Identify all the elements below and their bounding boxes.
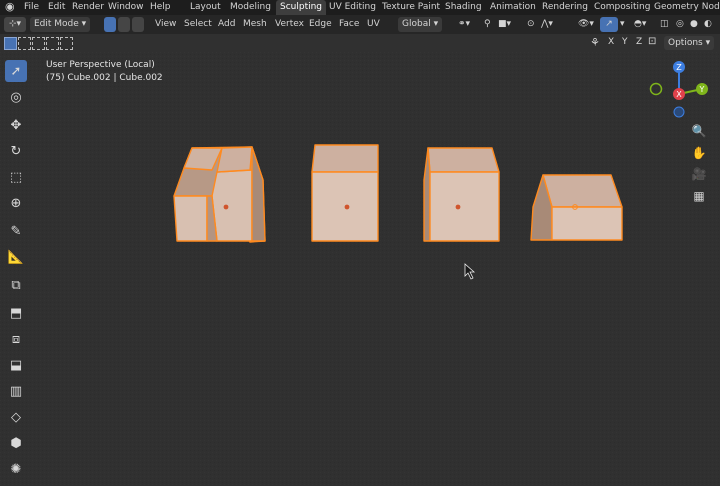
snap-icon[interactable]: ⚲ xyxy=(484,17,491,32)
mode-dropdown[interactable]: Edit Mode ▾ xyxy=(30,17,91,32)
menu-vertex[interactable]: Vertex xyxy=(275,17,304,32)
viewport-background xyxy=(0,52,720,486)
menu-face[interactable]: Face xyxy=(339,17,359,32)
scale-tool-icon[interactable]: ⬚ xyxy=(5,166,27,188)
measure-tool-icon[interactable]: 📐 xyxy=(5,246,27,268)
select-mode-subtract-icon[interactable] xyxy=(32,37,45,50)
overlay-dropdown-icon[interactable]: ▾ xyxy=(620,17,625,32)
gizmo-y-label: Y xyxy=(699,85,705,94)
select-mode-intersect-icon[interactable] xyxy=(60,37,73,50)
options-label: Options xyxy=(668,38,703,48)
viewport-header: ⊹▾ Edit Mode ▾ View Select Add Mesh Vert… xyxy=(0,15,720,34)
tab-shading[interactable]: Shading xyxy=(445,0,482,15)
menu-render[interactable]: Render xyxy=(72,0,104,15)
tab-texture-paint[interactable]: Texture Paint xyxy=(382,0,440,15)
tab-uv-editing[interactable]: UV Editing xyxy=(329,0,376,15)
tab-sculpting[interactable]: Sculpting xyxy=(276,0,327,15)
perspective-label: User Perspective (Local) xyxy=(46,60,155,70)
tab-layout[interactable]: Layout xyxy=(190,0,221,15)
shading-solid-icon[interactable]: ● xyxy=(690,17,698,32)
transform-orientation-dropdown[interactable]: Global ▾ xyxy=(398,17,443,32)
tool-shelf: ➚ ◎ ✥ ↻ ⬚ ⊕ ✎ 📐 ⧉ ⬒ ⧈ ⬓ ▥ ◇ ⬢ ✺ xyxy=(3,58,29,482)
xray-icon[interactable]: ◫ xyxy=(660,17,669,32)
edge-select-icon[interactable] xyxy=(118,17,130,32)
transform-tool-icon[interactable]: ⊕ xyxy=(5,192,27,214)
camera-view-icon[interactable]: 🎥 xyxy=(688,163,710,185)
proportional-edit-icon[interactable]: ⊙ xyxy=(527,17,535,32)
active-object-label: (75) Cube.002 | Cube.002 xyxy=(46,73,163,83)
falloff-icon[interactable]: ⋀▾ xyxy=(541,17,553,32)
options-dropdown[interactable]: Options ▾ xyxy=(664,36,715,50)
mirror-x-toggle[interactable]: X xyxy=(608,37,614,47)
menu-select[interactable]: Select xyxy=(184,17,212,32)
select-mode-difference-icon[interactable] xyxy=(46,37,59,50)
navigation-gizmo[interactable]: Z Y X xyxy=(640,56,720,124)
annotate-tool-icon[interactable]: ✎ xyxy=(5,220,27,242)
mesh-cube-2[interactable] xyxy=(311,144,379,242)
menu-edge[interactable]: Edge xyxy=(309,17,332,32)
3d-viewport[interactable] xyxy=(0,52,720,486)
mesh-cube-3[interactable] xyxy=(423,147,500,242)
gizmo-z-label: Z xyxy=(676,63,682,72)
visibility-icon[interactable]: 👁▾ xyxy=(578,17,594,32)
extrude-tool-icon[interactable]: ⬒ xyxy=(5,302,27,324)
gizmo-neg-z-icon[interactable] xyxy=(673,106,685,118)
menu-window[interactable]: Window xyxy=(108,0,144,15)
rotate-tool-icon[interactable]: ↻ xyxy=(5,140,27,162)
vertex-select-icon[interactable] xyxy=(104,17,116,32)
mode-label: Edit Mode xyxy=(34,19,79,29)
tool-settings-bar: ⚘ X Y Z ⊡ Options ▾ xyxy=(0,34,720,52)
shading-material-icon[interactable]: ◐ xyxy=(704,17,712,32)
poly-build-tool-icon[interactable]: ⬢ xyxy=(5,432,27,454)
zoom-icon[interactable]: 🔍 xyxy=(688,120,710,142)
spin-tool-icon[interactable]: ✺ xyxy=(5,458,27,480)
gizmo-x-label: X xyxy=(676,90,682,99)
tab-geometry-nodes[interactable]: Geometry Nodes xyxy=(654,0,720,15)
perspective-grid-icon[interactable]: ▦ xyxy=(688,185,710,207)
menu-help[interactable]: Help xyxy=(150,0,171,15)
menu-mesh[interactable]: Mesh xyxy=(243,17,267,32)
blender-logo-icon[interactable]: ◉ xyxy=(5,0,15,15)
menu-view[interactable]: View xyxy=(155,17,176,32)
mirror-z-toggle[interactable]: Z xyxy=(636,37,642,47)
editor-type-icon[interactable]: ⊹▾ xyxy=(4,17,26,32)
menu-edit[interactable]: Edit xyxy=(48,0,65,15)
mesh-cube-4[interactable] xyxy=(530,174,623,241)
overlays-icon[interactable]: ◓▾ xyxy=(634,17,646,32)
auto-merge-icon[interactable]: ⊡ xyxy=(648,36,656,47)
mesh-cube-1[interactable] xyxy=(173,146,266,243)
tab-animation[interactable]: Animation xyxy=(490,0,536,15)
top-bar: ◉ File Edit Render Window Help Layout Mo… xyxy=(0,0,720,15)
move-tool-icon[interactable]: ✥ xyxy=(5,114,27,136)
tab-modeling[interactable]: Modeling xyxy=(230,0,271,15)
bevel-tool-icon[interactable]: ⬓ xyxy=(5,354,27,376)
menu-file[interactable]: File xyxy=(24,0,39,15)
mirror-y-toggle[interactable]: Y xyxy=(622,37,628,47)
menu-uv[interactable]: UV xyxy=(367,17,380,32)
tab-compositing[interactable]: Compositing xyxy=(594,0,650,15)
add-cube-tool-icon[interactable]: ⧉ xyxy=(5,274,27,296)
select-box-tool-icon[interactable]: ➚ xyxy=(5,60,27,82)
inset-tool-icon[interactable]: ⧈ xyxy=(5,328,27,350)
select-mode-new-icon[interactable] xyxy=(4,37,17,50)
cursor-tool-icon[interactable]: ◎ xyxy=(5,86,27,108)
loop-cut-tool-icon[interactable]: ▥ xyxy=(5,380,27,402)
gizmo-neg-y-icon[interactable] xyxy=(649,82,663,96)
mirror-icon[interactable]: ⚘ xyxy=(590,36,600,49)
knife-tool-icon[interactable]: ◇ xyxy=(5,406,27,428)
pivot-icon[interactable]: ⚭▾ xyxy=(458,17,470,32)
orientation-label: Global xyxy=(402,19,431,29)
snap-target-icon[interactable]: ■▾ xyxy=(498,17,511,32)
pan-hand-icon[interactable]: ✋ xyxy=(688,142,710,164)
shading-wireframe-icon[interactable]: ◎ xyxy=(676,17,684,32)
select-mode-extend-icon[interactable] xyxy=(18,37,31,50)
face-select-icon[interactable] xyxy=(132,17,144,32)
tab-rendering[interactable]: Rendering xyxy=(542,0,588,15)
gizmo-toggle-icon[interactable]: ↗ xyxy=(600,17,618,32)
menu-add[interactable]: Add xyxy=(218,17,235,32)
